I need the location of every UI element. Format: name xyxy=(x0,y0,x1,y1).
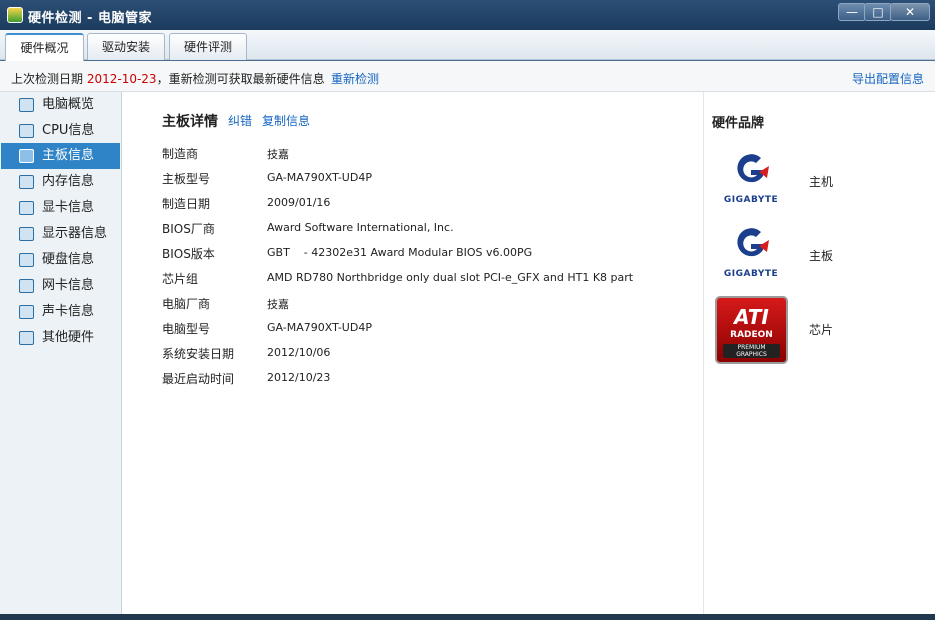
sidebar-item-label: 主板信息 xyxy=(42,148,95,163)
tab-hardware-overview[interactable]: 硬件概况 xyxy=(5,33,84,61)
sidebar-item-label: 硬盘信息 xyxy=(42,252,95,267)
detail-key: 电脑厂商 xyxy=(162,297,211,311)
minimize-button[interactable]: — xyxy=(838,3,866,21)
detail-key: 制造商 xyxy=(162,147,199,161)
harddisk-icon xyxy=(19,253,34,267)
sidebar-item-label: 声卡信息 xyxy=(42,304,95,319)
detail-row-bios-vendor: BIOS厂商 Award Software International, Inc. xyxy=(162,220,702,240)
motherboard-icon xyxy=(19,149,34,163)
sidebar-item-monitor[interactable]: 显示器信息 xyxy=(1,221,120,247)
brand-label-motherboard: 主板 xyxy=(809,249,834,263)
last-check-info: 上次检测日期 2012-10-23，重新检测可获取最新硬件信息 xyxy=(11,70,325,87)
sound-card-icon xyxy=(19,305,34,319)
desktop-strip xyxy=(0,614,935,620)
graphics-card-icon xyxy=(19,201,34,215)
sidebar-item-label: 其他硬件 xyxy=(42,330,95,345)
sidebar-item-memory[interactable]: 内存信息 xyxy=(1,169,120,195)
detail-row-last-boot: 最近启动时间 2012/10/23 xyxy=(162,370,702,390)
detail-key: BIOS版本 xyxy=(162,247,215,261)
brand-panel-title: 硬件品牌 xyxy=(712,116,765,131)
sidebar-item-computer-overview[interactable]: 电脑概览 xyxy=(1,92,120,118)
last-check-prefix: 上次检测日期 xyxy=(11,72,87,86)
detail-key: 系统安装日期 xyxy=(162,347,235,361)
sidebar-item-graphics[interactable]: 显卡信息 xyxy=(1,195,120,221)
details-title: 主板详情 xyxy=(162,114,218,130)
close-button[interactable]: ✕ xyxy=(890,3,930,21)
sidebar-item-label: CPU信息 xyxy=(42,123,95,138)
brand-label-chip: 芯片 xyxy=(809,323,834,337)
sidebar-item-label: 内存信息 xyxy=(42,174,95,189)
cpu-icon xyxy=(19,124,34,138)
sidebar-item-harddisk[interactable]: 硬盘信息 xyxy=(1,247,120,273)
detail-key: BIOS厂商 xyxy=(162,222,215,236)
last-check-suffix: ，重新检测可获取最新硬件信息 xyxy=(156,72,325,86)
detail-value: 2009/01/16 xyxy=(267,196,331,209)
detail-key: 制造日期 xyxy=(162,197,211,211)
sidebar-item-motherboard[interactable]: 主板信息 xyxy=(1,143,120,169)
tab-driver-install[interactable]: 驱动安装 xyxy=(87,33,165,60)
detail-key: 主板型号 xyxy=(162,172,211,186)
detail-value: 2012/10/06 xyxy=(267,346,331,359)
detail-row-manufacture-date: 制造日期 2009/01/16 xyxy=(162,195,702,215)
info-bar: 上次检测日期 2012-10-23，重新检测可获取最新硬件信息 重新检测 导出配… xyxy=(0,61,935,92)
other-hardware-icon xyxy=(19,331,34,345)
gigabyte-wordmark: GIGABYTE xyxy=(723,269,779,279)
export-config-link[interactable]: 导出配置信息 xyxy=(852,70,924,87)
detail-value: 2012/10/23 xyxy=(267,371,331,384)
detail-row-pc-vendor: 电脑厂商 技嘉 xyxy=(162,295,702,315)
sidebar-item-label: 显示器信息 xyxy=(42,226,108,241)
brand-label-host: 主机 xyxy=(809,175,834,189)
last-check-date: 2012-10-23 xyxy=(86,72,157,86)
recheck-link[interactable]: 重新检测 xyxy=(331,70,379,87)
sidebar-item-label: 显卡信息 xyxy=(42,200,95,215)
ati-radeon-logo: ATI RADEON PREMIUM GRAPHICS xyxy=(715,296,788,364)
detail-row-chipset: 芯片组 AMD RD780 Northbridge only dual slot … xyxy=(162,270,702,290)
title-bar: 硬件检测 - 电脑管家 — □ ✕ xyxy=(0,0,935,30)
sidebar-item-network-card[interactable]: 网卡信息 xyxy=(1,273,120,299)
window-title: 硬件检测 - 电脑管家 xyxy=(28,11,152,26)
detail-key: 电脑型号 xyxy=(162,322,211,336)
sidebar-item-sound-card[interactable]: 声卡信息 xyxy=(1,299,120,325)
premium-graphics-text: PREMIUM GRAPHICS xyxy=(723,344,780,358)
gigabyte-g-icon xyxy=(737,154,769,183)
correct-error-link[interactable]: 纠错 xyxy=(228,112,252,129)
detail-row-os-install-date: 系统安装日期 2012/10/06 xyxy=(162,345,702,365)
clipboard-icon xyxy=(19,98,34,112)
detail-value: Award Software International, Inc. xyxy=(267,221,454,234)
detail-value: GA-MA790XT-UD4P xyxy=(267,321,372,334)
detail-value: GBT - 42302e31 Award Modular BIOS v6.00P… xyxy=(267,246,533,259)
detail-row-pc-model: 电脑型号 GA-MA790XT-UD4P xyxy=(162,320,702,340)
sidebar-item-cpu[interactable]: CPU信息 xyxy=(1,118,120,144)
sidebar: 电脑概览 CPU信息 主板信息 内存信息 显卡信息 显示器信息 硬盘信息 网卡信… xyxy=(0,92,122,614)
hardware-brand-panel: 硬件品牌 GIGABYTE 主机 GIGABYTE 主板 ATI RADEON … xyxy=(703,92,935,614)
copy-info-link[interactable]: 复制信息 xyxy=(262,112,310,129)
ati-wordmark: ATI xyxy=(734,305,769,329)
tab-hardware-benchmark[interactable]: 硬件评测 xyxy=(169,33,247,60)
memory-icon xyxy=(19,175,34,189)
radeon-wordmark: RADEON xyxy=(730,330,773,340)
sidebar-item-other-hardware[interactable]: 其他硬件 xyxy=(1,325,120,351)
detail-key: 最近启动时间 xyxy=(162,372,235,386)
detail-value: AMD RD780 Northbridge only dual slot PCI… xyxy=(267,271,634,284)
app-shield-icon xyxy=(7,7,23,23)
monitor-icon xyxy=(19,227,34,241)
main-area: 电脑概览 CPU信息 主板信息 内存信息 显卡信息 显示器信息 硬盘信息 网卡信… xyxy=(0,92,935,614)
motherboard-details-panel: 主板详情 纠错 复制信息 制造商 技嘉 主板型号 GA-MA790XT-UD4P 制… xyxy=(122,92,702,614)
detail-row-bios-version: BIOS版本 GBT - 42302e31 Award Modular BIOS … xyxy=(162,245,702,265)
sidebar-item-label: 电脑概览 xyxy=(42,97,95,112)
detail-key: 芯片组 xyxy=(162,272,199,286)
gigabyte-wordmark: GIGABYTE xyxy=(723,195,779,205)
network-card-icon xyxy=(19,279,34,293)
gigabyte-logo: GIGABYTE xyxy=(714,150,788,216)
detail-row-manufacturer: 制造商 技嘉 xyxy=(162,145,702,165)
gigabyte-logo: GIGABYTE xyxy=(714,224,788,290)
detail-value: 技嘉 xyxy=(267,148,289,161)
sidebar-item-label: 网卡信息 xyxy=(42,278,95,293)
detail-value: GA-MA790XT-UD4P xyxy=(267,171,372,184)
gigabyte-g-icon xyxy=(737,228,769,257)
detail-value: 技嘉 xyxy=(267,298,289,311)
maximize-button[interactable]: □ xyxy=(864,3,892,21)
detail-row-board-model: 主板型号 GA-MA790XT-UD4P xyxy=(162,170,702,190)
tab-bar: 硬件概况 驱动安装 硬件评测 xyxy=(0,30,935,61)
